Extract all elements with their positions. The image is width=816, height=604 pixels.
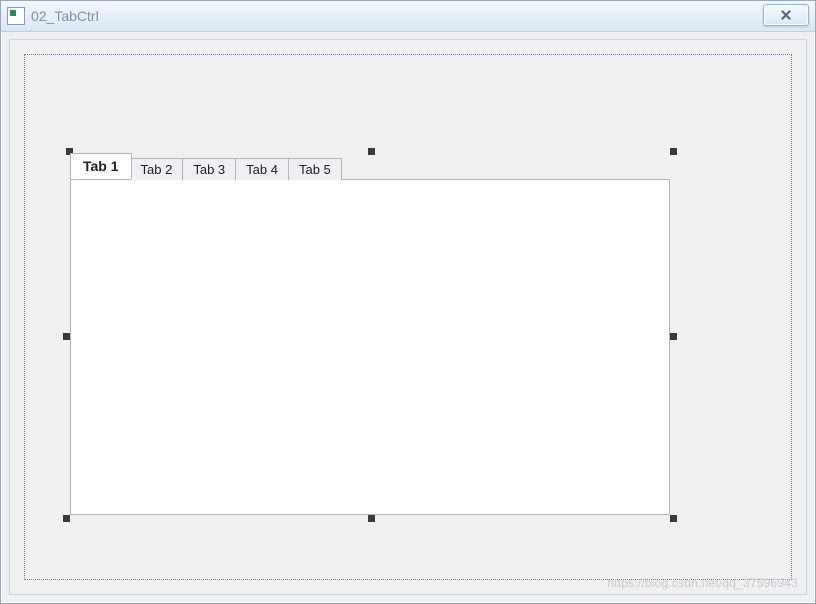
tab-1[interactable]: Tab 1: [70, 153, 132, 179]
tab-5[interactable]: Tab 5: [289, 158, 342, 180]
tab-4[interactable]: Tab 4: [236, 158, 289, 180]
tab-3[interactable]: Tab 3: [183, 158, 236, 180]
close-button[interactable]: [763, 4, 809, 26]
resize-handle-s[interactable]: [368, 515, 375, 522]
resize-handle-ne[interactable]: [670, 148, 677, 155]
app-icon: [7, 7, 25, 25]
window-title: 02_TabCtrl: [31, 8, 99, 24]
titlebar[interactable]: 02_TabCtrl: [1, 1, 815, 32]
window-frame: 02_TabCtrl Tab 1 Tab 2 Tab 3 Tab 4 Tab 5: [0, 0, 816, 604]
resize-handle-e[interactable]: [670, 333, 677, 340]
resize-handle-sw[interactable]: [63, 515, 70, 522]
tab-control: Tab 1 Tab 2 Tab 3 Tab 4 Tab 5: [70, 155, 670, 515]
close-icon: [780, 9, 792, 21]
tab-strip: Tab 1 Tab 2 Tab 3 Tab 4 Tab 5: [70, 155, 670, 179]
tab-page-content: [70, 179, 670, 515]
tab-2[interactable]: Tab 2: [131, 158, 184, 180]
watermark-text: https://blog.csdn.net/qq_37596943: [607, 576, 798, 590]
resize-handle-w[interactable]: [63, 333, 70, 340]
client-area: Tab 1 Tab 2 Tab 3 Tab 4 Tab 5 https://bl…: [9, 39, 807, 595]
resize-handle-se[interactable]: [670, 515, 677, 522]
resize-handle-n[interactable]: [368, 148, 375, 155]
